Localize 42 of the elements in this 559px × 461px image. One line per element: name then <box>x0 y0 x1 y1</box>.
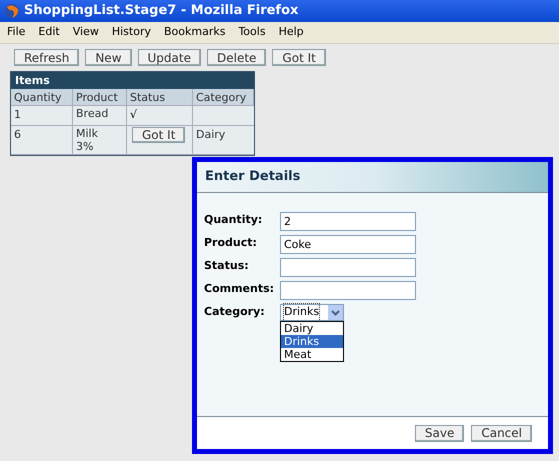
toolbar-button[interactable]: Delete <box>206 49 266 66</box>
field-label: Category: <box>204 304 266 320</box>
dialog-title: Enter Details <box>205 168 300 186</box>
table-title: Items <box>11 72 254 89</box>
got-it-button[interactable]: Got It <box>132 126 186 142</box>
column-header: Product <box>73 89 127 106</box>
toolbar-button[interactable]: Refresh <box>14 49 80 66</box>
menu-item[interactable]: Bookmarks <box>164 24 226 41</box>
column-header: Status <box>127 89 193 106</box>
check-mark: √ <box>130 108 138 121</box>
column-header: Category <box>193 89 254 106</box>
menu-item[interactable]: View <box>72 24 99 41</box>
toolbar-button[interactable]: Got It <box>272 49 326 66</box>
window-title: ShoppingList.Stage7 - Mozilla Firefox <box>24 2 298 20</box>
menu-item[interactable]: Edit <box>38 24 60 41</box>
dropdown-option[interactable]: Dairy <box>281 322 343 335</box>
field-label: Product: <box>204 235 258 251</box>
text-field[interactable]: Coke <box>280 235 416 254</box>
text-field[interactable] <box>280 281 416 300</box>
dialog-button[interactable]: Cancel <box>471 424 532 442</box>
dialog-button[interactable]: Save <box>414 424 464 442</box>
table-cell-text: Milk 3% <box>76 126 99 152</box>
table-cell: 6 <box>11 126 73 154</box>
field-label: Quantity: <box>204 212 264 228</box>
column-header: Quantity <box>11 89 73 106</box>
field-label: Status: <box>204 258 250 274</box>
menu-item[interactable]: Tools <box>238 24 266 41</box>
table-cell-text: Bread <box>76 107 110 120</box>
dropdown-option[interactable]: Meat <box>281 348 343 361</box>
browser-logo-icon <box>4 3 20 19</box>
toolbar-button[interactable]: New <box>85 49 132 66</box>
text-field[interactable]: 2 <box>280 212 416 231</box>
dropdown-option[interactable]: Drinks <box>281 335 343 348</box>
table-cell: 1 <box>11 106 73 126</box>
menu-item[interactable]: Help <box>278 24 304 41</box>
menu-item[interactable]: File <box>7 24 26 41</box>
category-select[interactable]: Drinks <box>280 304 344 321</box>
field-label: Comments: <box>204 281 276 297</box>
text-field[interactable] <box>280 258 416 277</box>
toolbar-button[interactable]: Update <box>138 49 201 66</box>
table-cell: Dairy <box>196 128 226 140</box>
menu-item[interactable]: History <box>112 24 151 41</box>
